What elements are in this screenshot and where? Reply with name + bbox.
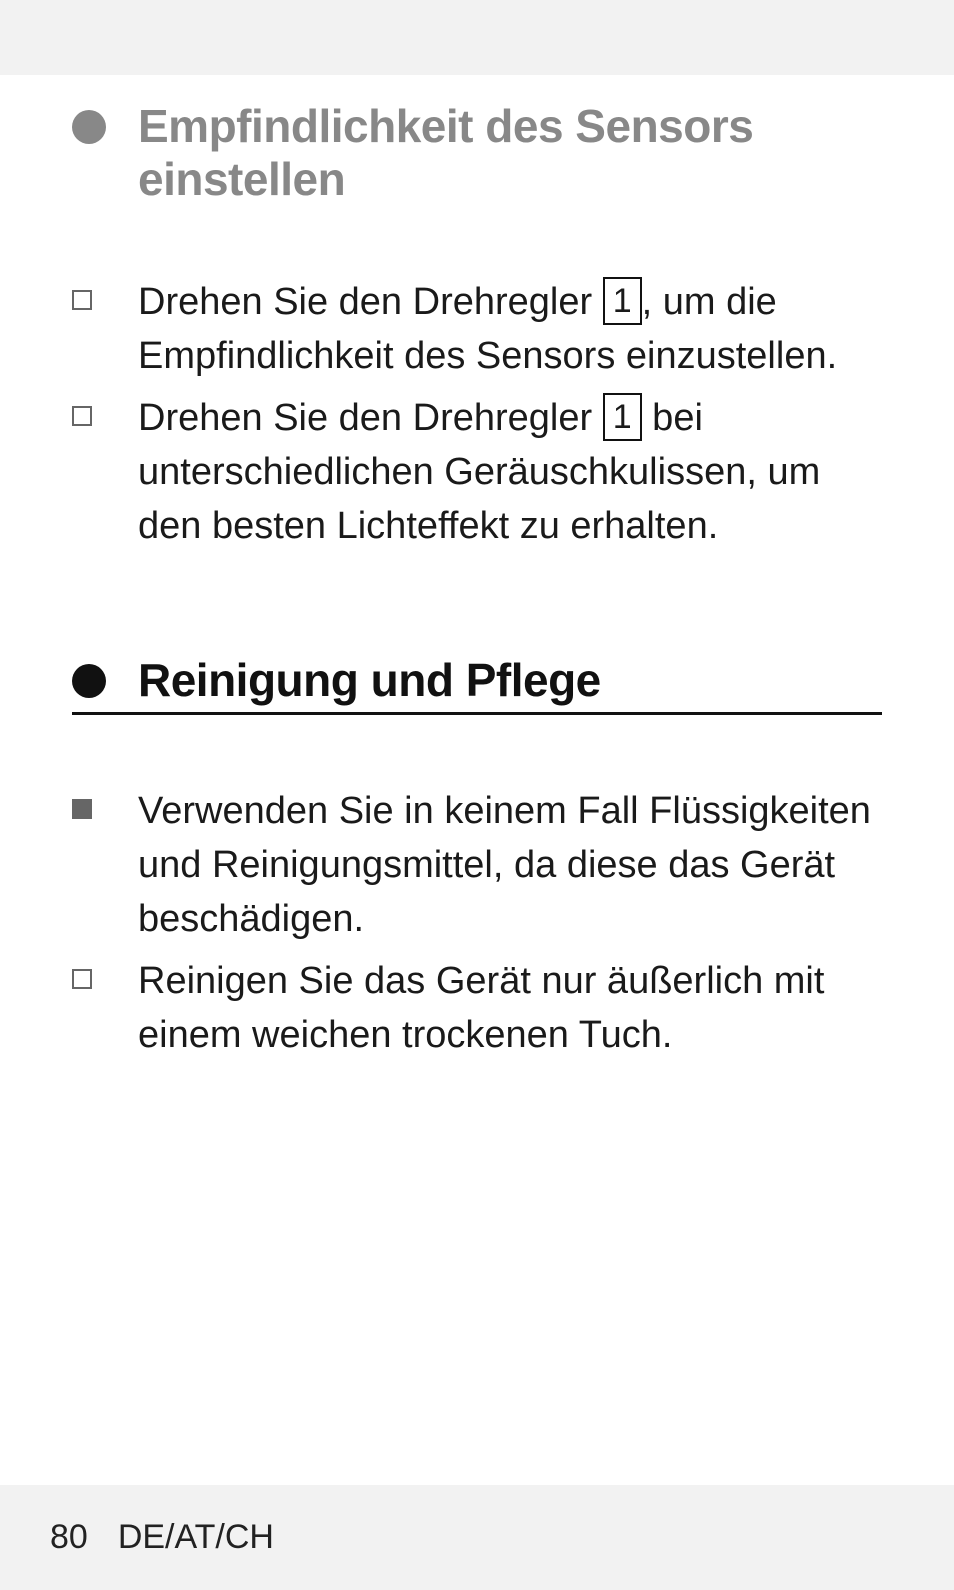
locale-label: DE/AT/CH <box>118 1518 274 1557</box>
reference-box: 1 <box>603 277 642 325</box>
instruction-item: Verwenden Sie in keinem Fall Flüssigkeit… <box>72 785 882 947</box>
instruction-item: Reinigen Sie das Gerät nur äußer­lich mi… <box>72 955 882 1063</box>
section-heading-sensitivity: Empfindlichkeit des Sensors einstellen <box>72 100 882 206</box>
square-fill-icon <box>72 785 138 819</box>
text-pre: Drehen Sie den Drehregler <box>138 397 603 439</box>
checkbox-icon <box>72 392 138 426</box>
checkbox-icon <box>72 276 138 310</box>
page-number: 80 <box>50 1518 88 1557</box>
instruction-text: Verwenden Sie in keinem Fall Flüssigkeit… <box>138 785 882 947</box>
page-footer: 80 DE/AT/CH <box>0 1485 954 1590</box>
text-pre: Drehen Sie den Drehregler <box>138 281 603 323</box>
instruction-item: Drehen Sie den Drehregler 1, um die Empf… <box>72 276 882 384</box>
checkbox-icon <box>72 955 138 989</box>
section-title: Reinigung und Pflege <box>138 654 882 707</box>
instruction-text: Drehen Sie den Drehregler 1 bei untersch… <box>138 392 882 554</box>
instruction-text: Drehen Sie den Drehregler 1, um die Empf… <box>138 276 882 384</box>
instruction-text: Reinigen Sie das Gerät nur äußer­lich mi… <box>138 955 882 1063</box>
instruction-item: Drehen Sie den Drehregler 1 bei untersch… <box>72 392 882 554</box>
section-heading-cleaning: Reinigung und Pflege <box>72 654 882 716</box>
bullet-dot-icon <box>72 110 106 144</box>
bullet-dot-icon <box>72 664 106 698</box>
section-title: Empfindlichkeit des Sensors einstellen <box>138 100 882 206</box>
reference-box: 1 <box>603 393 642 441</box>
page-content: Empfindlichkeit des Sensors einstellen D… <box>0 0 954 1590</box>
